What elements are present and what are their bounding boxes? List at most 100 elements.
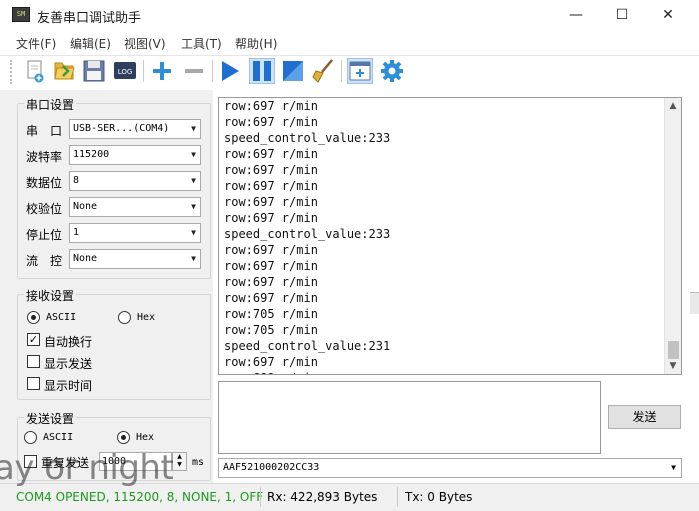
status-divider [260,487,261,507]
minimize-button[interactable]: — [553,0,599,31]
clear-icon[interactable] [311,58,337,84]
parity-select[interactable]: None ▼ [69,197,201,217]
menu-help[interactable]: 帮助(H) [235,35,277,52]
scroll-down-icon: ▼ [669,361,677,371]
receive-line: speed_control_value:233 [224,131,391,145]
add-window-icon[interactable] [347,58,373,84]
menu-edit[interactable]: 编辑(E) [70,35,111,52]
receive-line: row:689 r/min [224,370,390,374]
send-hex-label: Hex [136,432,155,443]
svg-text:LOG: LOG [118,68,133,76]
remove-icon[interactable] [181,58,207,84]
tx-count: Tx: 0 Bytes [405,490,473,504]
parity-label: 校验位 [26,202,63,216]
port-select[interactable]: USB-SER...(COM4) ▼ [69,119,201,139]
receive-hex-label: Hex [137,312,156,323]
chevron-down-icon: ▼ [191,124,196,133]
auto-wrap-checkbox[interactable]: ✓ [27,333,40,346]
scrollbar-thumb [668,341,679,359]
menu-bar: 文件(F) 编辑(E) 视图(V) 工具(T) 帮助(H) [0,31,699,53]
overlay-caption: ay or night [0,448,174,488]
open-icon[interactable] [51,58,77,84]
receive-line: row:705 r/min [224,323,318,337]
receive-line: row:697 r/min [224,179,318,193]
new-window-icon[interactable] [22,58,48,84]
port-label: 串 口 [26,124,63,138]
receive-ascii-radio[interactable] [27,311,40,324]
receive-line: row:697 r/min [224,259,318,273]
send-button[interactable]: 发送 [608,405,681,429]
chevron-down-icon: ▼ [191,176,196,185]
receive-line: row:697 r/min [224,163,318,177]
flow-label: 流 控 [26,254,63,268]
auto-wrap-label: 自动换行 [44,335,93,349]
toolbar-grip[interactable] [10,60,14,84]
show-send-label: 显示发送 [44,357,93,371]
stop-icon[interactable] [280,58,306,84]
receive-line: row:697 r/min [224,147,318,161]
toolbar-separator [212,60,213,82]
log-icon[interactable]: LOG [112,58,138,84]
show-time-label: 显示时间 [44,379,93,393]
baud-select[interactable]: 115200 ▼ [69,145,201,165]
databits-label: 数据位 [26,176,63,190]
receive-scrollbar[interactable]: ▲ ▼ [664,98,681,374]
flow-select[interactable]: None ▼ [69,249,201,269]
receive-textarea[interactable]: row:697 r/min row:697 r/min speed_control_… [218,97,682,375]
serial-settings-title: 串口设置 [24,96,77,113]
receive-line: row:697 r/min [224,211,318,225]
chevron-down-icon: ▼ [671,463,676,472]
port-status: COM4 OPENED, 115200, 8, NONE, 1, OFF [16,490,264,504]
chevron-down-icon: ▼ [191,254,196,263]
period-unit-label: ms [192,457,205,468]
baud-label: 波特率 [26,150,63,164]
receive-hex-radio[interactable] [118,311,131,324]
receive-log: row:697 r/min row:697 r/min speed_control_… [224,98,391,374]
background-window-edge [690,292,699,314]
maximize-button[interactable]: ☐ [599,0,645,31]
rx-count: Rx: 422,893 Bytes [267,490,378,504]
receive-line: row:697 r/min [224,195,318,209]
receive-line: row:697 r/min [224,99,318,113]
receive-ascii-label: ASCII [46,312,77,323]
receive-line: speed_control_value:233 [224,227,391,241]
receive-line: row:697 r/min [224,355,318,369]
send-textarea[interactable] [218,381,601,454]
add-icon[interactable] [149,58,175,84]
close-button[interactable]: ✕ [645,0,691,31]
send-settings-title: 发送设置 [24,410,77,427]
show-time-checkbox[interactable] [27,377,40,390]
title-bar: SM 友善串口调试助手 — ☐ ✕ [0,0,699,31]
chevron-down-icon: ▼ [191,228,196,237]
app-icon: SM [12,7,30,22]
send-ascii-radio[interactable] [24,431,37,444]
send-ascii-label: ASCII [43,432,74,443]
send-hex-radio[interactable] [117,431,130,444]
receive-line: row:697 r/min [224,243,318,257]
receive-line: row:697 r/min [224,275,318,289]
toolbar-separator [143,60,144,82]
pause-icon[interactable] [249,58,275,84]
receive-settings-title: 接收设置 [24,287,77,304]
receive-line: row:697 r/min [224,115,318,129]
save-icon[interactable] [81,58,107,84]
chevron-down-icon: ▼ [191,150,196,159]
menu-file[interactable]: 文件(F) [16,35,56,52]
send-history-select[interactable]: AAF521000202CC33 ▼ [218,458,682,478]
stopbits-label: 停止位 [26,228,63,242]
receive-line: speed_control_value:231 [224,339,391,353]
window-title: 友善串口调试助手 [37,11,142,26]
receive-line: row:705 r/min [224,307,318,321]
settings-gear-icon[interactable] [379,58,405,84]
show-send-checkbox[interactable] [27,355,40,368]
chevron-down-icon: ▼ [191,202,196,211]
stopbits-select[interactable]: 1 ▼ [69,223,201,243]
status-divider [397,487,398,507]
menu-tools[interactable]: 工具(T) [181,35,222,52]
menu-view[interactable]: 视图(V) [124,35,166,52]
toolbar-separator [341,60,342,82]
receive-line: row:697 r/min [224,291,318,305]
databits-select[interactable]: 8 ▼ [69,171,201,191]
period-stepper[interactable]: ▲ ▼ [172,452,187,471]
start-icon[interactable] [217,58,243,84]
